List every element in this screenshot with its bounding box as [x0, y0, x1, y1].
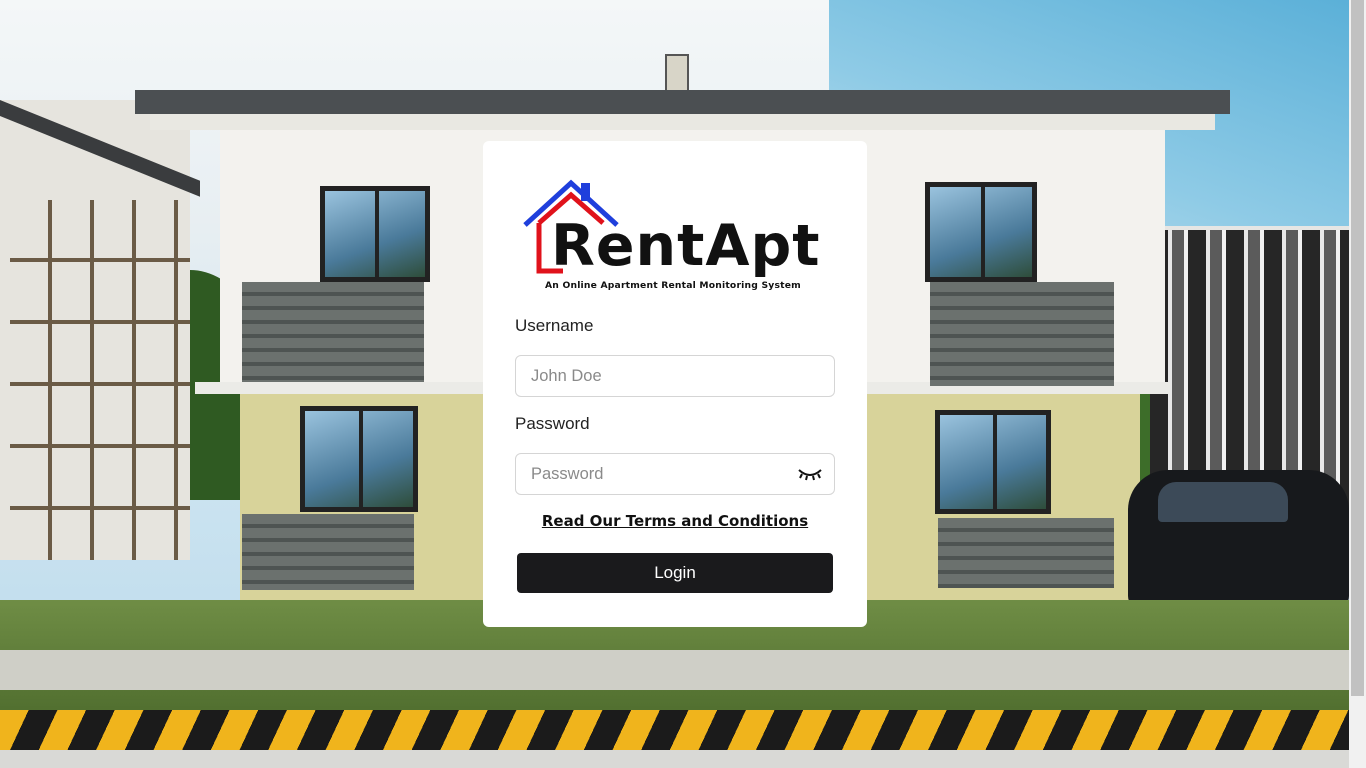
house-eave: [150, 114, 1215, 130]
window-lower-right: [935, 410, 1051, 514]
login-card: RentApt An Online Apartment Rental Monit…: [483, 141, 867, 627]
username-input[interactable]: [516, 356, 806, 396]
road: [0, 750, 1349, 768]
window-lower-left: [300, 406, 418, 512]
house-logo-icon: RentApt: [523, 179, 821, 279]
slats-lower-left: [242, 514, 414, 590]
logo-wordmark: RentApt: [551, 213, 821, 279]
rentapt-logo: RentApt An Online Apartment Rental Monit…: [523, 179, 827, 295]
window-upper-left: [320, 186, 430, 282]
password-label: Password: [515, 414, 590, 433]
password-field-wrapper: [515, 453, 835, 495]
login-button[interactable]: Login: [517, 553, 833, 593]
username-label: Username: [515, 316, 594, 335]
logo-tagline: An Online Apartment Rental Monitoring Sy…: [545, 280, 801, 291]
slats-upper-left: [242, 282, 424, 382]
eye-closed-icon[interactable]: [797, 465, 823, 483]
slats-upper-right: [930, 282, 1114, 386]
walkway: [0, 650, 1349, 690]
page-scrollbar[interactable]: [1349, 0, 1366, 768]
scrollbar-thumb[interactable]: [1351, 0, 1364, 696]
slats-lower-right: [938, 518, 1114, 588]
parked-car: [1128, 470, 1349, 610]
username-field-wrapper: [515, 355, 835, 397]
speed-bump: [0, 710, 1349, 750]
password-input[interactable]: [516, 454, 806, 494]
house-roof: [135, 90, 1230, 114]
window-upper-right: [925, 182, 1037, 282]
terms-link[interactable]: Read Our Terms and Conditions: [483, 512, 867, 530]
